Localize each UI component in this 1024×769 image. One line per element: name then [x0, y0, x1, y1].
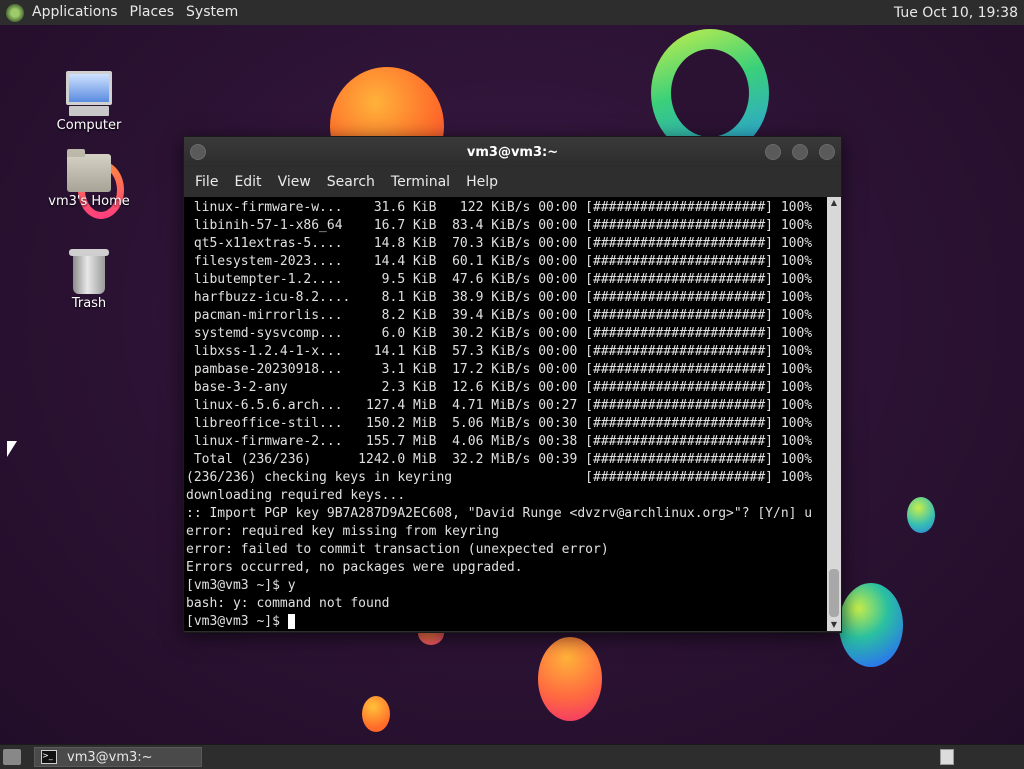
desktop-icon-label: Computer [56, 118, 122, 133]
scrollbar[interactable]: ▲ ▼ [827, 197, 841, 631]
terminal-line: [vm3@vm3 ~]$ y [186, 578, 296, 593]
scroll-down-arrow-icon[interactable]: ▼ [827, 619, 841, 631]
terminal-prompt: [vm3@vm3 ~]$ [186, 614, 288, 629]
desktop-icon-computer[interactable]: Computer [44, 71, 134, 133]
desktop-icon-trash[interactable]: Trash [44, 249, 134, 311]
terminal-line: pambase-20230918... 3.1 KiB 17.2 KiB/s 0… [186, 362, 813, 377]
terminal-line: error: required key missing from keyring [186, 524, 500, 539]
terminal-output-area[interactable]: linux-firmware-w... 31.6 KiB 122 KiB/s 0… [184, 197, 827, 631]
terminal-line: base-3-2-any 2.3 KiB 12.6 KiB/s 00:00 [#… [186, 380, 813, 395]
trash-icon [44, 249, 134, 294]
applications-logo-icon[interactable] [6, 3, 24, 22]
desktop-icon-label: vm3's Home [48, 194, 130, 209]
menu-applications[interactable]: Applications [26, 0, 124, 25]
terminal-line: Total (236/236) 1242.0 MiB 32.2 MiB/s 00… [186, 452, 813, 467]
wallpaper-blob [839, 583, 903, 667]
terminal-line: libxss-1.2.4-1-x... 14.1 KiB 57.3 KiB/s … [186, 344, 813, 359]
terminal-line: libreoffice-stil... 150.2 MiB 5.06 MiB/s… [186, 416, 813, 431]
terminal-line: qt5-x11extras-5.... 14.8 KiB 70.3 KiB/s … [186, 236, 813, 251]
taskbar-item-label: vm3@vm3:~ [67, 749, 153, 765]
home-folder-icon [44, 149, 134, 192]
maximize-button[interactable] [792, 144, 808, 160]
wallpaper-blob [538, 637, 602, 721]
terminal-window[interactable]: vm3@vm3:~ File Edit View Search Terminal… [183, 136, 842, 633]
terminal-line: harfbuzz-icu-8.2.... 8.1 KiB 38.9 KiB/s … [186, 290, 813, 305]
top-panel: Applications Places System Tue Oct 10, 1… [0, 0, 1024, 26]
show-desktop-icon[interactable] [3, 749, 21, 765]
window-menu-icon[interactable] [190, 144, 206, 160]
terminal-line: error: failed to commit transaction (une… [186, 542, 609, 557]
workspace-switcher[interactable] [940, 749, 954, 765]
mouse-pointer-icon [7, 441, 17, 457]
menu-system[interactable]: System [180, 0, 244, 25]
terminal-line: pacman-mirrorlis... 8.2 KiB 39.4 KiB/s 0… [186, 308, 813, 323]
close-button[interactable] [819, 144, 835, 160]
bottom-panel: >_ vm3@vm3:~ [0, 744, 1024, 769]
terminal-line: libinih-57-1-x86_64 16.7 KiB 83.4 KiB/s … [186, 218, 813, 233]
menu-terminal[interactable]: Terminal [383, 174, 458, 190]
window-title: vm3@vm3:~ [466, 144, 559, 160]
terminal-line: :: Import PGP key 9B7A287D9A2EC608, "Dav… [186, 506, 813, 521]
menu-help[interactable]: Help [458, 174, 506, 190]
terminal-line: filesystem-2023.... 14.4 KiB 60.1 KiB/s … [186, 254, 813, 269]
terminal-line: linux-6.5.6.arch... 127.4 MiB 4.71 MiB/s… [186, 398, 813, 413]
terminal-output: linux-firmware-w... 31.6 KiB 122 KiB/s 0… [184, 197, 827, 631]
menu-bar: File Edit View Search Terminal Help [184, 167, 841, 197]
clock[interactable]: Tue Oct 10, 19:38 [894, 5, 1024, 21]
wallpaper-blob [362, 696, 390, 732]
menu-search[interactable]: Search [319, 174, 383, 190]
menu-edit[interactable]: Edit [226, 174, 269, 190]
terminal-line: libutempter-1.2.... 9.5 KiB 47.6 KiB/s 0… [186, 272, 813, 287]
wallpaper-blob [907, 497, 935, 533]
desktop-icon-home[interactable]: vm3's Home [44, 149, 134, 209]
terminal-icon: >_ [41, 750, 57, 764]
menu-file[interactable]: File [187, 174, 226, 190]
scroll-up-arrow-icon[interactable]: ▲ [827, 197, 841, 209]
terminal-line: Errors occurred, no packages were upgrad… [186, 560, 523, 575]
terminal-line: downloading required keys... [186, 488, 406, 503]
taskbar-item-terminal[interactable]: >_ vm3@vm3:~ [34, 747, 202, 767]
terminal-line: linux-firmware-w... 31.6 KiB 122 KiB/s 0… [186, 200, 813, 215]
menu-places[interactable]: Places [124, 0, 181, 25]
title-bar[interactable]: vm3@vm3:~ [184, 137, 841, 167]
terminal-line: (236/236) checking keys in keyring [####… [186, 470, 813, 485]
minimize-button[interactable] [765, 144, 781, 160]
computer-icon [44, 71, 134, 116]
desktop-icon-label: Trash [71, 296, 107, 311]
text-cursor [287, 614, 295, 629]
scroll-thumb[interactable] [829, 569, 839, 617]
menu-view[interactable]: View [270, 174, 319, 190]
terminal-line: linux-firmware-2... 155.7 MiB 4.06 MiB/s… [186, 434, 813, 449]
terminal-line: bash: y: command not found [186, 596, 390, 611]
terminal-line: systemd-sysvcomp... 6.0 KiB 30.2 KiB/s 0… [186, 326, 813, 341]
